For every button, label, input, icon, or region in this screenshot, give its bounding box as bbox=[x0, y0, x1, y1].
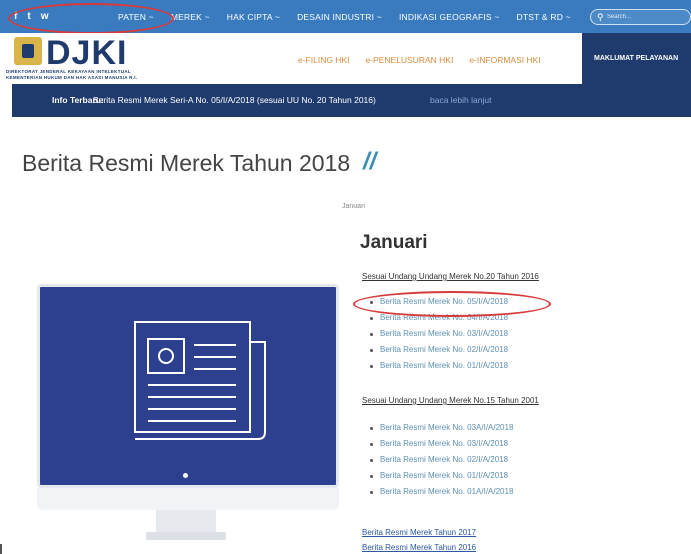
breadcrumb[interactable]: Januari bbox=[342, 203, 365, 210]
group-title-uu-2016: Sesuai Undang Undang Merek No.20 Tahun 2… bbox=[362, 272, 539, 281]
logo-subtitle-2: KEMENTERIAN HUKUM DAN HAK ASASI MANUSIA … bbox=[6, 75, 138, 80]
site-header: DJKI DIREKTORAT JENDERAL KEKAYAAN INTELE… bbox=[0, 33, 691, 84]
list-item[interactable]: Berita Resmi Merek No. 01A/I/A/2018 bbox=[370, 484, 513, 500]
link-year-2016[interactable]: Berita Resmi Merek Tahun 2016 bbox=[362, 543, 476, 552]
highlight-oval-item bbox=[353, 291, 551, 317]
search-icon[interactable]: ⚲ bbox=[597, 12, 604, 23]
info-bar: Info Terbaru: Berita Resmi Merek Seri-A … bbox=[12, 84, 691, 117]
monitor-illustration bbox=[37, 284, 339, 488]
group-title-uu-2001: Sesuai Undang Undang Merek No.15 Tahun 2… bbox=[362, 396, 539, 405]
list-item[interactable]: Berita Resmi Merek No. 03/I/A/2018 bbox=[370, 436, 513, 452]
monitor-base bbox=[37, 488, 339, 510]
info-text[interactable]: Berita Resmi Merek Seri-A No. 05/I/A/201… bbox=[93, 95, 376, 105]
logo-text[interactable]: DJKI bbox=[46, 34, 127, 73]
service-links: e-FILING HKI e-PENELUSURAN HKI e-INFORMA… bbox=[298, 55, 541, 65]
nav-item-desain-industri[interactable]: DESAIN INDUSTRI ~ bbox=[297, 12, 382, 22]
main-nav: PATEN ~ MEREK ~ HAK CIPTA ~ DESAIN INDUS… bbox=[118, 0, 588, 33]
search-box: ⚲ bbox=[590, 9, 691, 25]
list-item[interactable]: Berita Resmi Merek No. 03A/I/A/2018 bbox=[370, 420, 513, 436]
newspaper-icon bbox=[134, 321, 266, 440]
section-title: Januari bbox=[360, 232, 428, 253]
monitor-power-dot bbox=[183, 473, 188, 478]
monitor-stand bbox=[156, 510, 216, 532]
monitor-foot bbox=[146, 532, 226, 540]
list-item[interactable]: Berita Resmi Merek No. 01/I/A/2018 bbox=[370, 358, 508, 374]
nav-item-hak-cipta[interactable]: HAK CIPTA ~ bbox=[227, 12, 280, 22]
list-uu-2001: Berita Resmi Merek No. 03A/I/A/2018 Beri… bbox=[370, 420, 513, 500]
highlight-oval-nav bbox=[8, 3, 174, 34]
list-item[interactable]: Berita Resmi Merek No. 03/I/A/2018 bbox=[370, 326, 508, 342]
link-e-informasi[interactable]: e-INFORMASI HKI bbox=[469, 55, 540, 65]
link-e-penelusuran[interactable]: e-PENELUSURAN HKI bbox=[365, 55, 453, 65]
page-title: Berita Resmi Merek Tahun 2018 bbox=[22, 150, 351, 176]
link-year-2017[interactable]: Berita Resmi Merek Tahun 2017 bbox=[362, 528, 476, 537]
logo-subtitle-1: DIREKTORAT JENDERAL KEKAYAAN INTELEKTUAL bbox=[6, 69, 131, 74]
list-item[interactable]: Berita Resmi Merek No. 02/I/A/2018 bbox=[370, 452, 513, 468]
nav-item-merek[interactable]: MEREK ~ bbox=[171, 12, 210, 22]
link-e-filing[interactable]: e-FILING HKI bbox=[298, 55, 349, 65]
list-item[interactable]: Berita Resmi Merek No. 01/I/A/2018 bbox=[370, 468, 513, 484]
nav-item-indikasi-geografis[interactable]: INDIKASI GEOGRAFIS ~ bbox=[399, 12, 500, 22]
search-input[interactable] bbox=[607, 11, 687, 23]
maklumat-pelayanan-button[interactable]: MAKLUMAT PELAYANAN bbox=[582, 33, 691, 84]
edge-mark bbox=[0, 544, 2, 554]
title-mark: // bbox=[363, 148, 377, 175]
read-more-link[interactable]: baca lebih lanjut bbox=[430, 95, 491, 105]
list-item[interactable]: Berita Resmi Merek No. 02/I/A/2018 bbox=[370, 342, 508, 358]
nav-item-dtst-rd[interactable]: DTST & RD ~ bbox=[517, 12, 571, 22]
garuda-emblem-icon[interactable] bbox=[14, 37, 42, 65]
